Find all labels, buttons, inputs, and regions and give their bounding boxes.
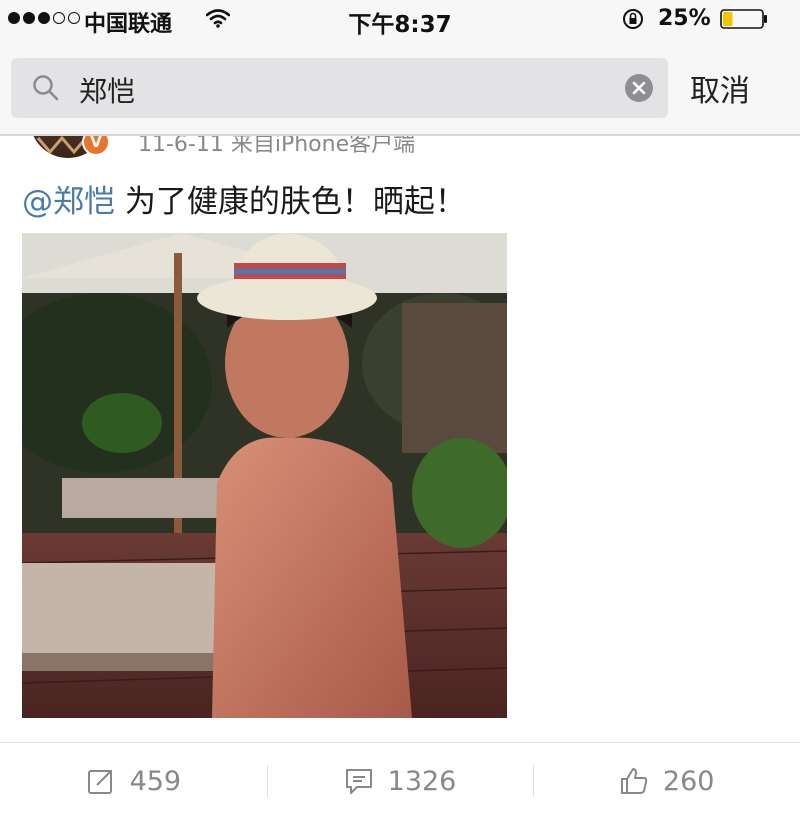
comment-icon (345, 769, 372, 794)
post-meta: 11-6-11 来自iPhone客户端 (138, 136, 416, 157)
like-icon (620, 768, 648, 794)
action-bar: 459 1326 260 (0, 743, 800, 819)
status-bar: 中国联通 下午8:37 25% (0, 0, 800, 44)
clear-icon[interactable] (624, 73, 654, 103)
search-input[interactable]: 郑恺 (11, 58, 668, 118)
post-body-text: 为了健康的肤色！晒起！ (115, 184, 466, 220)
repost-count: 459 (129, 765, 182, 797)
like-count: 260 (662, 765, 715, 797)
post-header: V 11-6-11 来自iPhone客户端 (0, 136, 800, 158)
mention-link[interactable]: @郑恺 (22, 184, 115, 220)
comment-button[interactable]: 1326 (266, 761, 534, 801)
post-text: @郑恺 为了健康的肤色！晒起！ (22, 176, 466, 221)
repost-button[interactable]: 459 (0, 761, 267, 801)
cancel-button[interactable]: 取消 (690, 66, 750, 110)
like-button[interactable]: 260 (533, 761, 800, 801)
battery-icon (720, 9, 767, 29)
lock-rotation-icon (623, 9, 643, 29)
post-photo[interactable] (22, 233, 507, 718)
search-header: 郑恺 取消 (0, 44, 800, 136)
search-icon (33, 75, 59, 101)
repost-icon (87, 770, 112, 794)
search-query-text: 郑恺 (79, 75, 136, 108)
comment-count: 1326 (387, 765, 457, 797)
battery-percent: 25% (658, 6, 711, 31)
